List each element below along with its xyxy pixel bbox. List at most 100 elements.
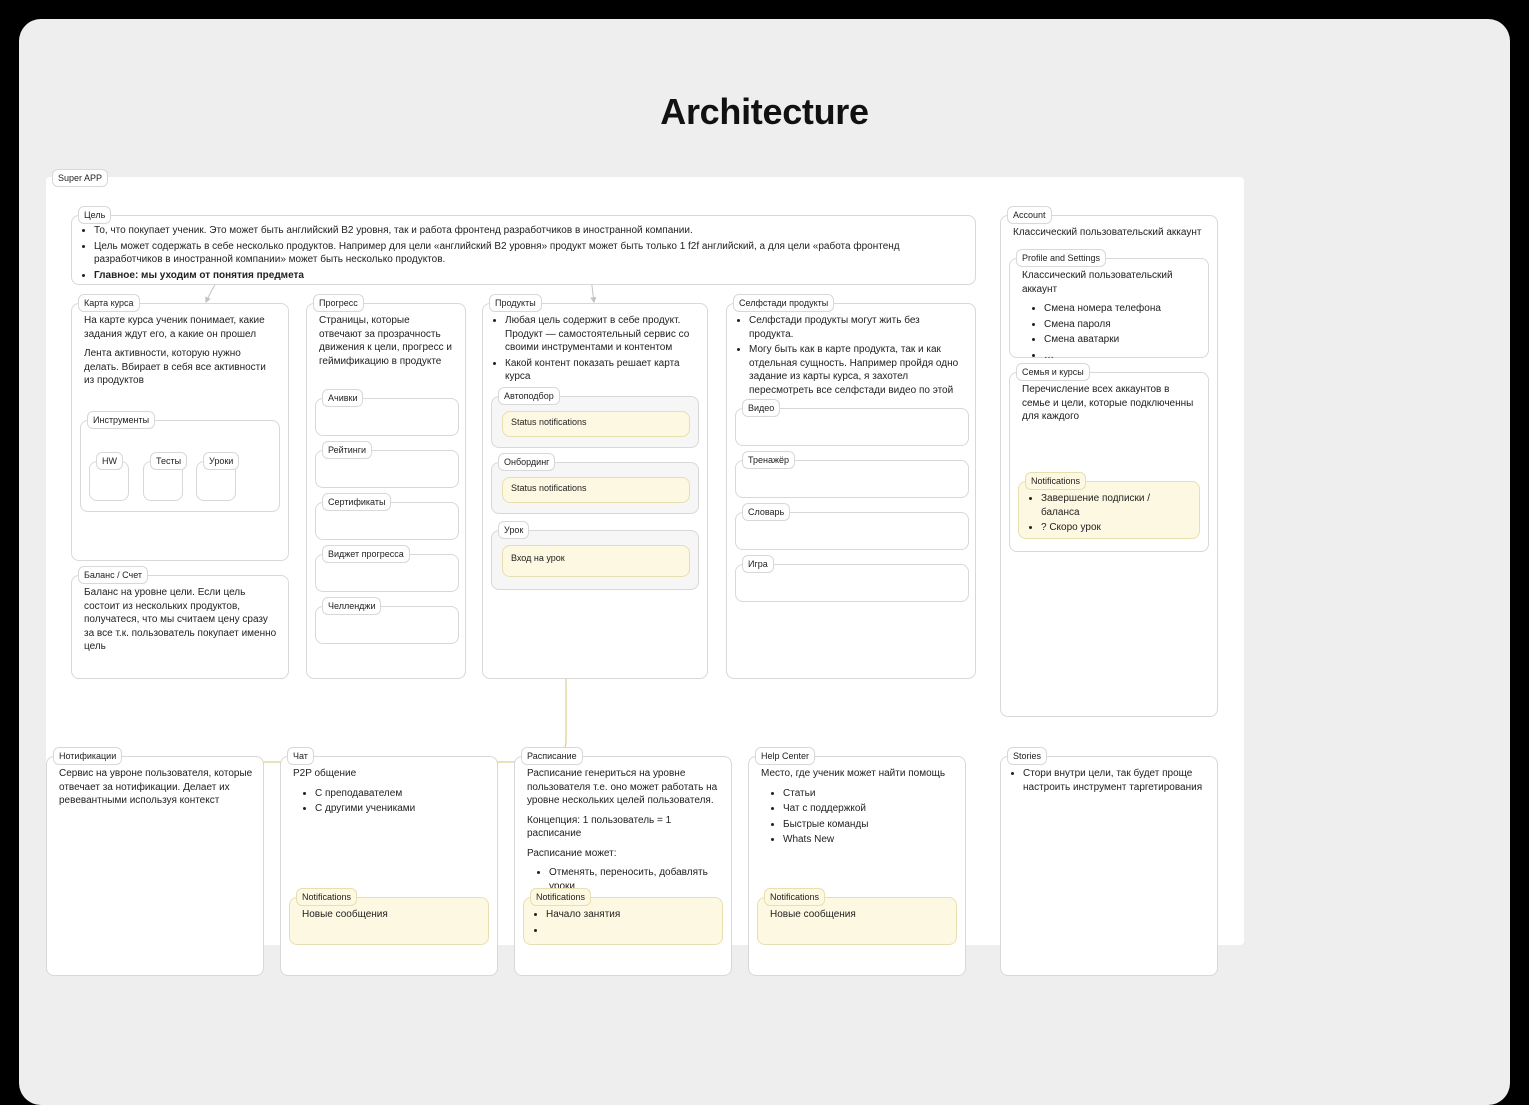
help-item: Whats New [783,833,955,847]
progress-text: Страницы, которые отвечают за прозрачнос… [319,314,455,368]
balance-text: Баланс на уровне цели. Если цель состоит… [84,586,278,654]
ratings-box: Рейтинги [315,450,459,488]
schedule-box: Расписание Расписание генериться на уров… [514,756,732,976]
onboarding-status: Status notifications [502,477,690,503]
widget-tag: Виджет прогресса [322,545,410,563]
canvas: Architecture Super APP Цель То, что поку… [19,19,1510,1105]
goal-box: Цель То, что покупает ученик. Это может … [71,215,976,285]
dict-tag: Словарь [742,503,790,521]
progress-box: Прогресс Страницы, которые отвечают за п… [306,303,466,679]
family-text: Перечисление всех аккаунтов в семье и це… [1022,383,1198,424]
notif-text: Сервис на увроне пользователя, которые о… [59,767,253,808]
chat-notif: Notifications Новые сообщения [289,897,489,945]
help-item: Быстрые команды [783,818,955,832]
products-tag: Продукты [489,294,542,312]
profile-item: Смена пароля [1044,318,1198,332]
trainer-box: Тренажёр [735,460,969,498]
family-notif-tag: Notifications [1025,472,1086,490]
game-tag: Игра [742,555,774,573]
page-title: Architecture [19,91,1510,133]
schedule-notif-tag: Notifications [530,888,591,906]
video-box: Видео [735,408,969,446]
chat-text: P2P общение [293,767,487,781]
goal-item: То, что покупает ученик. Это может быть … [94,224,965,238]
challenges-box: Челленджи [315,606,459,644]
hw-tag: HW [96,452,123,470]
lessons-box: Уроки [196,461,236,501]
tools-box: Инструменты HW Тесты Уроки [80,420,280,512]
ratings-tag: Рейтинги [322,441,372,459]
achievements-box: Ачивки [315,398,459,436]
profile-box: Profile and Settings Классический пользо… [1009,258,1209,358]
family-tag: Семья и курсы [1016,363,1090,381]
profile-item: Смена аватарки [1044,333,1198,347]
achievements-tag: Ачивки [322,389,363,407]
schedule-notif: Notifications Начало занятия [523,897,723,945]
products-box: Продукты Любая цель содержит в себе прод… [482,303,708,679]
profile-tag: Profile and Settings [1016,249,1106,267]
balance-tag: Баланс / Счет [78,566,148,584]
lesson-tag: Урок [498,521,529,539]
autoselect-tag: Автоподбор [498,387,560,405]
goal-item: Цель может содержать в себе несколько пр… [94,240,965,267]
balance-box: Баланс / Счет Баланс на уровне цели. Есл… [71,575,289,679]
selfstudy-item: Могу быть как в карте продукта, так и ка… [749,343,965,411]
help-box: Help Center Место, где ученик может найт… [748,756,966,976]
lesson-enter: Вход на урок [502,545,690,577]
family-notif-item: ? Скоро урок [1041,521,1189,535]
profile-text: Классический пользовательский аккаунт [1022,269,1198,296]
profile-item: Смена номера телефона [1044,302,1198,316]
schedule-tag: Расписание [521,747,583,765]
onboarding-box: Онбординг Status notifications [491,462,699,514]
goal-strong: Главное: мы уходим от понятия предмета [94,269,965,283]
certs-tag: Сертификаты [322,493,391,511]
help-notif: Notifications Новые сообщения [757,897,957,945]
stories-tag: Stories [1007,747,1047,765]
help-tag: Help Center [755,747,815,765]
notif-tag: Нотификации [53,747,122,765]
chat-item: С преподавателем [315,787,487,801]
game-box: Игра [735,564,969,602]
course-map-p2: Лента активности, которую нужно делать. … [84,347,278,388]
products-item: Какой контент показать решает карта курс… [505,357,697,384]
stories-item: Стори внутри цели, так будет проще настр… [1023,767,1207,794]
stories-box: Stories Стори внутри цели, так будет про… [1000,756,1218,976]
selfstudy-tag: Селфстади продукты [733,294,834,312]
chat-box: Чат P2P общение С преподавателем С други… [280,756,498,976]
selfstudy-box: Селфстади продукты Селфстади продукты мо… [726,303,976,679]
notif-box: Нотификации Сервис на увроне пользовател… [46,756,264,976]
tools-tag: Инструменты [87,411,155,429]
schedule-p3: Расписание может: [527,847,721,861]
trainer-tag: Тренажёр [742,451,795,469]
account-tag: Account [1007,206,1052,224]
chat-notif-tag: Notifications [296,888,357,906]
challenges-tag: Челленджи [322,597,381,615]
chat-item: С другими учениками [315,802,487,816]
onboarding-tag: Онбординг [498,453,555,471]
lesson-box: Урок Вход на урок [491,530,699,590]
course-map-p1: На карте курса ученик понимает, какие за… [84,314,278,341]
course-map-tag: Карта курса [78,294,140,312]
lessons-tag: Уроки [203,452,239,470]
family-box: Семья и курсы Перечисление всех аккаунто… [1009,372,1209,552]
course-map-box: Карта курса На карте курса ученик понима… [71,303,289,561]
help-text: Место, где ученик может найти помощь [761,767,955,781]
tests-box: Тесты [143,461,183,501]
autoselect-box: Автоподбор Status notifications [491,396,699,448]
dict-box: Словарь [735,512,969,550]
family-notif-item: Завершение подписки / баланса [1041,492,1189,519]
hw-box: HW [89,461,129,501]
certs-box: Сертификаты [315,502,459,540]
tests-tag: Тесты [150,452,187,470]
family-notif-box: Notifications Завершение подписки / бала… [1018,481,1200,539]
schedule-p1: Расписание генериться на уровне пользова… [527,767,721,808]
autoselect-status: Status notifications [502,411,690,437]
progress-tag: Прогресс [313,294,364,312]
profile-item: … [1044,349,1198,363]
help-item: Чат с поддержкой [783,802,955,816]
goal-tag: Цель [78,206,111,224]
help-notif-tag: Notifications [764,888,825,906]
schedule-notif-text: Начало занятия [546,908,712,922]
schedule-p2: Концепция: 1 пользователь = 1 расписание [527,814,721,841]
super-app-tag: Super APP [52,169,108,187]
